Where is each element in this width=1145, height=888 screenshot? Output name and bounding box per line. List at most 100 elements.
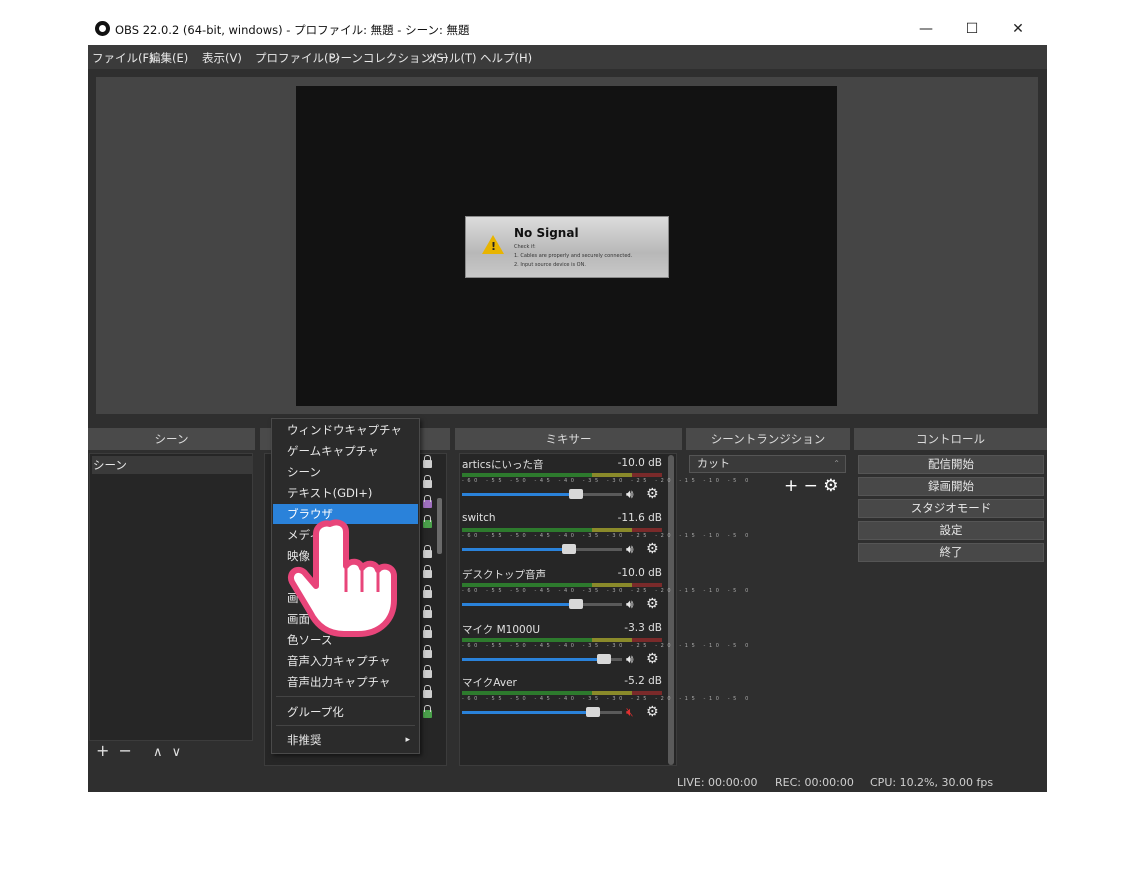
volume-slider-handle[interactable] <box>568 599 583 609</box>
volume-slider[interactable] <box>462 707 622 717</box>
lock-icon[interactable] <box>423 645 432 658</box>
add-scene-button[interactable]: + <box>96 741 109 760</box>
speaker-muted-icon[interactable]: 🔇︎ <box>626 705 634 720</box>
volume-meter <box>462 583 662 587</box>
sources-scrollbar[interactable] <box>437 498 442 554</box>
preview-canvas[interactable]: ! No Signal Check if: 1. Cables are prop… <box>296 86 837 406</box>
meter-scale: -60 -55 -50 -45 -40 -35 -30 -25 -20 -15 … <box>462 533 752 539</box>
gear-icon[interactable]: ⚙ <box>646 596 659 612</box>
menu-edit[interactable]: 編集(E) <box>149 50 188 66</box>
minimize-button[interactable]: — <box>903 16 949 42</box>
lock-icon[interactable] <box>423 565 432 578</box>
volume-slider-handle[interactable] <box>586 707 601 717</box>
speaker-icon[interactable]: 🔊︎ <box>626 487 634 502</box>
speaker-icon[interactable]: 🔊︎ <box>626 597 634 612</box>
menu-tools[interactable]: ツール(T) <box>426 50 477 66</box>
gear-icon[interactable]: ⚙ <box>646 541 659 557</box>
transition-toolbar[interactable]: + − ⚙ <box>784 476 839 496</box>
no-signal-line: 2. Input source device is ON. <box>514 262 586 268</box>
menu-item-audio-input-capture[interactable]: 音声入力キャプチャ <box>273 651 418 671</box>
remove-scene-button[interactable]: − <box>119 741 132 760</box>
mixer-channel-name: switch <box>462 512 496 524</box>
menu-separator <box>276 696 415 697</box>
mixer-channel-name: デスクトップ音声 <box>462 569 546 581</box>
hand-pointer-icon <box>288 519 397 637</box>
rec-timer: REC: 00:00:00 <box>775 776 854 789</box>
exit-button[interactable]: 終了 <box>858 543 1044 562</box>
mixer-channel: switch -11.6 dB -60 -55 -50 -45 -40 -35 -3… <box>460 512 752 562</box>
window-title: OBS 22.0.2 (64-bit, windows) - プロファイル: 無… <box>115 23 470 37</box>
menu-profile[interactable]: プロファイル(P) <box>255 50 340 66</box>
close-button[interactable]: ✕ <box>995 16 1041 42</box>
gear-icon[interactable]: ⚙ <box>646 704 659 720</box>
menu-help[interactable]: ヘルプ(H) <box>480 50 532 66</box>
transitions-panel <box>686 453 850 766</box>
menu-bar: ファイル(F) 編集(E) 表示(V) プロファイル(P) シーンコレクション(… <box>88 45 1047 69</box>
transition-select[interactable]: カット ⌃ <box>689 455 846 473</box>
start-recording-button[interactable]: 録画開始 <box>858 477 1044 496</box>
lock-icon[interactable] <box>423 625 432 638</box>
mixer-channel: マイク M1000U -3.3 dB -60 -55 -50 -45 -40 -35… <box>460 622 748 672</box>
menu-item-group[interactable]: グループ化 <box>273 702 418 722</box>
meter-scale: -60 -55 -50 -45 -40 -35 -30 -25 -20 -15 … <box>462 696 752 702</box>
menu-item-scene[interactable]: シーン <box>273 462 418 482</box>
lock-icon[interactable] <box>423 665 432 678</box>
live-timer: LIVE: 00:00:00 <box>677 776 758 789</box>
mixer-channel-db: -3.3 dB <box>624 622 662 634</box>
mixer-channel-name: articsにいった音 <box>462 459 544 471</box>
scene-item[interactable]: シーン <box>92 456 253 474</box>
menu-item-text-gdi[interactable]: テキスト(GDI+) <box>273 483 418 503</box>
menu-separator <box>276 725 415 726</box>
volume-slider-handle[interactable] <box>597 654 612 664</box>
studio-mode-button[interactable]: スタジオモード <box>858 499 1044 518</box>
meter-scale: -60 -55 -50 -45 -40 -35 -30 -25 -20 -15 … <box>462 478 752 484</box>
lock-icon[interactable] <box>423 515 432 528</box>
lock-icon[interactable] <box>423 685 432 698</box>
volume-slider-handle[interactable] <box>562 544 577 554</box>
lock-icon[interactable] <box>423 455 432 468</box>
gear-icon[interactable]: ⚙ <box>646 486 659 502</box>
menu-item-deprecated[interactable]: 非推奨 ▸ <box>273 730 418 750</box>
menu-item-audio-output-capture[interactable]: 音声出力キャプチャ <box>273 672 418 692</box>
transitions-dock-header: シーントランジション <box>686 428 850 450</box>
volume-slider[interactable] <box>462 544 622 554</box>
lock-icon[interactable] <box>423 585 432 598</box>
menu-item-game-capture[interactable]: ゲームキャプチャ <box>273 441 418 461</box>
menu-file[interactable]: ファイル(F) <box>92 50 154 66</box>
scenes-dock-header: シーン <box>88 428 255 450</box>
meter-scale: -60 -55 -50 -45 -40 -35 -30 -25 -20 -15 … <box>462 588 752 594</box>
settings-button[interactable]: 設定 <box>858 521 1044 540</box>
move-scene-up-button[interactable]: ∧ <box>153 745 163 760</box>
menu-view[interactable]: 表示(V) <box>202 50 242 66</box>
move-scene-down-button[interactable]: ∨ <box>172 745 182 760</box>
volume-slider[interactable] <box>462 654 622 664</box>
obs-logo-icon <box>95 21 110 36</box>
mixer-channel-db: -11.6 dB <box>617 512 662 524</box>
mixer-scrollbar[interactable] <box>668 455 674 765</box>
lock-icon[interactable] <box>423 605 432 618</box>
volume-meter <box>462 528 662 532</box>
lock-icon[interactable] <box>423 705 432 718</box>
no-signal-card: ! No Signal Check if: 1. Cables are prop… <box>465 216 669 278</box>
gear-icon[interactable]: ⚙ <box>646 651 659 667</box>
speaker-icon[interactable]: 🔊︎ <box>626 652 634 667</box>
chevron-updown-icon: ⌃ <box>833 459 840 468</box>
no-signal-line: Check if: <box>514 244 536 250</box>
main-window: ! No Signal Check if: 1. Cables are prop… <box>88 69 1047 792</box>
menu-item-window-capture[interactable]: ウィンドウキャプチャ <box>273 420 418 440</box>
no-signal-line: 1. Cables are properly and securely conn… <box>514 253 633 259</box>
lock-icon[interactable] <box>423 495 432 508</box>
mixer-channel-name: マイクAver <box>462 677 517 689</box>
volume-meter <box>462 691 662 695</box>
start-streaming-button[interactable]: 配信開始 <box>858 455 1044 474</box>
lock-icon[interactable] <box>423 475 432 488</box>
controls-dock-header: コントロール <box>854 428 1047 450</box>
lock-icon[interactable] <box>423 545 432 558</box>
volume-slider[interactable] <box>462 489 622 499</box>
volume-slider-handle[interactable] <box>568 489 583 499</box>
volume-slider[interactable] <box>462 599 622 609</box>
mixer-channel-db: -10.0 dB <box>617 567 662 579</box>
mixer-channel: マイクAver -5.2 dB -60 -55 -50 -45 -40 -35 -3… <box>460 675 752 725</box>
maximize-button[interactable]: ☐ <box>949 16 995 42</box>
speaker-icon[interactable]: 🔊︎ <box>626 542 634 557</box>
